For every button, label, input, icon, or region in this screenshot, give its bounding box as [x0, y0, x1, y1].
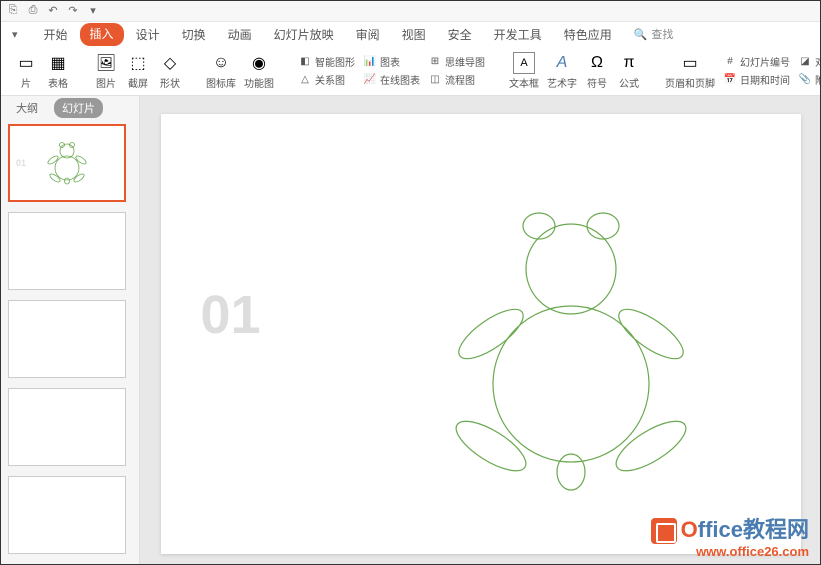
search-icon: 🔍: [634, 28, 648, 41]
tab-slideshow[interactable]: 幻灯片放映: [264, 23, 344, 46]
search-box[interactable]: 🔍 查找: [634, 26, 674, 42]
header-footer-icon: ▭: [679, 52, 701, 74]
function-chart-icon: ◉: [248, 52, 270, 74]
datetime-button[interactable]: 📅日期和时间: [719, 71, 794, 88]
tab-special[interactable]: 特色应用: [554, 23, 622, 46]
tab-animation[interactable]: 动画: [218, 23, 262, 46]
object-icon: ◪: [798, 55, 812, 69]
screenshot-icon: ⬚: [127, 52, 149, 74]
tab-devtools[interactable]: 开发工具: [484, 23, 552, 46]
screenshot-button[interactable]: ⬚ 截屏: [122, 50, 154, 92]
brand-logo-icon: [651, 518, 677, 544]
content-area: 大纲 幻灯片 01: [0, 96, 821, 565]
qat-print-icon[interactable]: ⎙: [26, 4, 40, 18]
icon-library-button[interactable]: ☺ 图标库: [202, 50, 240, 92]
attachment-icon: 📎: [798, 73, 812, 87]
slide-thumbnail[interactable]: [8, 212, 126, 290]
frog-thumbnail-icon: [42, 138, 92, 188]
menu-bar: ▾ 开始 插入 设计 切换 动画 幻灯片放映 审阅 视图 安全 开发工具 特色应…: [0, 22, 821, 46]
menu-tabs: 开始 插入 设计 切换 动画 幻灯片放映 审阅 视图 安全 开发工具 特色应用: [34, 23, 622, 46]
mindmap-button[interactable]: ⊞思维导图: [424, 53, 489, 70]
icon-library-icon: ☺: [210, 52, 232, 74]
slide[interactable]: 01: [161, 114, 801, 554]
attachment-button[interactable]: 📎附件: [794, 71, 821, 88]
picture-button[interactable]: 🖼 图片: [90, 50, 122, 92]
qat-copy-icon[interactable]: ⎘: [6, 4, 20, 18]
function-chart-button[interactable]: ◉ 功能图: [240, 50, 278, 92]
tab-security[interactable]: 安全: [438, 23, 482, 46]
wordart-icon: A: [551, 52, 573, 74]
mindmap-icon: ⊞: [428, 55, 442, 69]
tab-review[interactable]: 审阅: [346, 23, 390, 46]
equation-button[interactable]: π 公式: [613, 50, 645, 92]
wordart-button[interactable]: A 艺术字: [543, 50, 581, 92]
slide-thumbnail[interactable]: [8, 388, 126, 466]
search-label: 查找: [651, 26, 673, 42]
new-slide-button[interactable]: ▭ 片: [10, 50, 42, 92]
sidebar-tabs: 大纲 幻灯片: [0, 96, 139, 120]
header-footer-button[interactable]: ▭ 页眉和页脚: [661, 50, 719, 92]
chart-button[interactable]: 📊图表: [359, 53, 424, 70]
tab-design[interactable]: 设计: [126, 23, 170, 46]
ribbon: ▭ 片 ▦ 表格 🖼 图片 ⬚ 截屏 ◇ 形状 ☺ 图标库 ◉ 功能图: [0, 46, 821, 96]
qat-undo-icon[interactable]: ↶: [46, 4, 60, 18]
object-button[interactable]: ◪对象: [794, 53, 821, 70]
slide-number-text: 01: [201, 284, 261, 346]
relation-icon: △: [298, 73, 312, 87]
textbox-button[interactable]: A 文本框: [505, 50, 543, 92]
table-button[interactable]: ▦ 表格: [42, 50, 74, 92]
online-chart-button[interactable]: 📈在线图表: [359, 71, 424, 88]
equation-icon: π: [618, 52, 640, 74]
slide-number-icon: #: [723, 55, 737, 69]
file-menu-dropdown[interactable]: ▾: [8, 28, 22, 41]
slide-thumbnail[interactable]: [8, 300, 126, 378]
watermark: Office教程网 www.office26.com: [651, 512, 809, 559]
tab-view[interactable]: 视图: [392, 23, 436, 46]
picture-icon: 🖼: [95, 52, 117, 74]
tab-outline[interactable]: 大纲: [8, 98, 46, 118]
symbol-button[interactable]: Ω 符号: [581, 50, 613, 92]
textbox-icon: A: [513, 52, 535, 74]
frog-shape[interactable]: [421, 184, 721, 504]
table-icon: ▦: [47, 52, 69, 74]
smartart-button[interactable]: ◧智能图形: [294, 53, 359, 70]
watermark-brand: Office教程网: [651, 512, 809, 544]
tab-start[interactable]: 开始: [34, 23, 78, 46]
flowchart-button[interactable]: ◫流程图: [424, 71, 489, 88]
slide-number-button[interactable]: #幻灯片编号: [719, 53, 794, 70]
thumbnail-list: 01: [0, 120, 139, 565]
slide-panel: 大纲 幻灯片 01: [0, 96, 140, 565]
watermark-url: www.office26.com: [651, 544, 809, 559]
slide-icon: ▭: [15, 52, 37, 74]
quick-access-toolbar: ⎘ ⎙ ↶ ↷ ▾: [0, 0, 821, 22]
chart-icon: 📊: [363, 55, 377, 69]
smartart-icon: ◧: [298, 55, 312, 69]
symbol-icon: Ω: [586, 52, 608, 74]
chevron-down-icon: ▾: [12, 28, 18, 41]
relation-chart-button[interactable]: △关系图: [294, 71, 359, 88]
tab-transition[interactable]: 切换: [172, 23, 216, 46]
online-chart-icon: 📈: [363, 73, 377, 87]
shapes-button[interactable]: ◇ 形状: [154, 50, 186, 92]
tab-insert[interactable]: 插入: [80, 23, 124, 46]
thumb-number: 01: [16, 158, 26, 168]
qat-redo-icon[interactable]: ↷: [66, 4, 80, 18]
slide-thumbnail[interactable]: 01: [8, 124, 126, 202]
tab-slides[interactable]: 幻灯片: [54, 98, 103, 118]
slide-thumbnail[interactable]: [8, 476, 126, 554]
flowchart-icon: ◫: [428, 73, 442, 87]
qat-dropdown-icon[interactable]: ▾: [86, 4, 100, 18]
datetime-icon: 📅: [723, 73, 737, 87]
slide-canvas[interactable]: 01: [140, 96, 821, 565]
shapes-icon: ◇: [159, 52, 181, 74]
